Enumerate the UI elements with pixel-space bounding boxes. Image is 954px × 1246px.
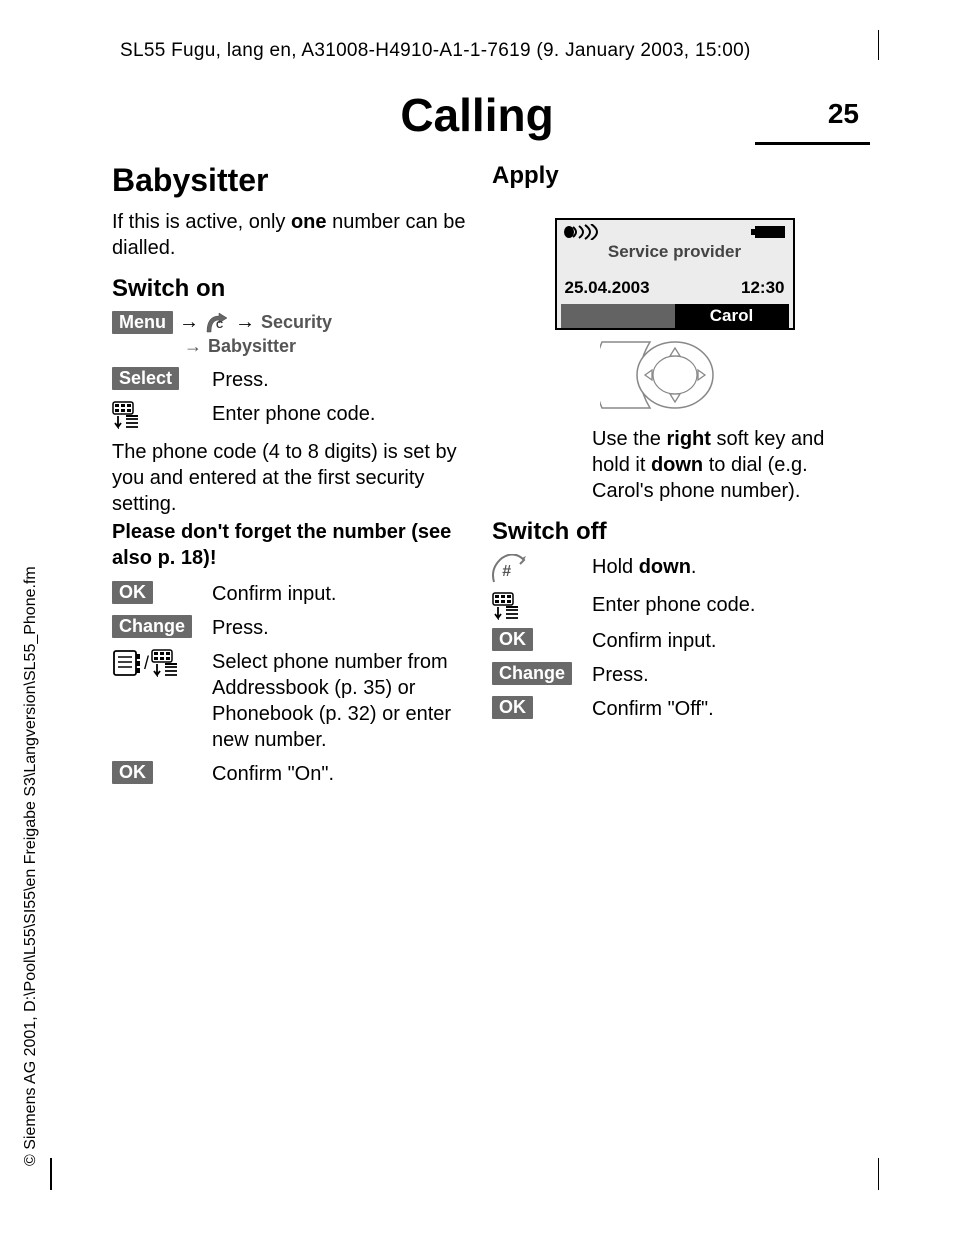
hash-key-icon: # — [492, 554, 526, 584]
page-title: Calling — [0, 88, 954, 142]
svg-text:C: C — [216, 320, 223, 331]
phone-code-note: The phone code (4 to 8 digits) is set by… — [112, 439, 477, 517]
softkey-ok: OK — [112, 581, 153, 604]
left-column: Babysitter If this is active, only one n… — [112, 162, 477, 795]
svg-text:#: # — [502, 563, 511, 580]
provider-label: Service provider — [561, 242, 789, 262]
title-underline — [755, 142, 870, 145]
step-text: Press. — [212, 367, 269, 393]
menu-path: Menu → C → Security — [112, 311, 477, 334]
date-label: 25.04.2003 — [565, 278, 650, 298]
doc-header: SL55 Fugu, lang en, A31008-H4910-A1-1-76… — [120, 40, 751, 62]
text: . — [691, 556, 697, 578]
softkey-change: Change — [492, 662, 572, 685]
left-softkey-empty — [561, 304, 675, 328]
step-select-number: / Select phone number from Addressbook (… — [112, 649, 477, 753]
step-hold-hash: # Hold down. — [492, 554, 857, 584]
text-bold: down — [639, 556, 691, 578]
step-enter-code: Enter phone code. — [112, 401, 477, 429]
heading-apply: Apply — [492, 162, 857, 190]
softkey-ok: OK — [492, 628, 533, 651]
step-text: Confirm input. — [212, 581, 337, 607]
addressbook-icon — [112, 649, 142, 677]
menu-babysitter: Babysitter — [208, 336, 296, 357]
heading-switch-off: Switch off — [492, 518, 857, 546]
phone-screen: Service provider 25.04.2003 12:30 Carol — [555, 218, 795, 330]
step-ok-confirm-off: OK Confirm input. — [492, 628, 857, 654]
arrow-icon: → — [179, 311, 199, 334]
crop-mark — [50, 1158, 52, 1190]
menu-security: Security — [261, 312, 332, 333]
step-text: Confirm input. — [592, 628, 717, 654]
text-bold: down — [651, 454, 703, 476]
copyright-line: © Siemens AG 2001, D:\Pool\L55\SI55\en F… — [22, 566, 40, 1166]
right-column: Apply Service provider 25.04.2003 12:30 … — [492, 162, 857, 730]
softkey-select: Select — [112, 367, 179, 390]
phone-mock: Service provider 25.04.2003 12:30 Carol — [555, 218, 795, 410]
keypad-icon — [112, 401, 142, 429]
arrow-icon: → — [235, 311, 255, 334]
heading-switch-on: Switch on — [112, 275, 477, 303]
step-text: Press. — [592, 662, 649, 688]
section-babysitter: Babysitter — [112, 162, 477, 199]
right-softkey-carol: Carol — [675, 304, 789, 328]
signal-icon — [563, 224, 607, 240]
softkey-change: Change — [112, 615, 192, 638]
text: Use the — [592, 428, 666, 450]
dont-forget-note: Please don't forget the number (see also… — [112, 519, 477, 571]
crop-mark — [878, 30, 880, 60]
softkey-ok: OK — [112, 761, 153, 784]
keypad-icon — [492, 592, 522, 620]
step-enter-code-off: Enter phone code. — [492, 592, 857, 620]
text: If this is active, only — [112, 211, 291, 233]
apply-instruction: Use the right soft key and hold it down … — [592, 426, 852, 504]
step-text: Enter phone code. — [212, 401, 375, 427]
step-text: Confirm "On". — [212, 761, 334, 787]
step-text: Confirm "Off". — [592, 696, 714, 722]
slash: / — [144, 653, 149, 674]
text-bold: right — [666, 428, 710, 450]
setup-icon: C — [205, 312, 229, 334]
step-text: Press. — [212, 615, 269, 641]
step-ok-off: OK Confirm "Off". — [492, 696, 857, 722]
softkey-ok: OK — [492, 696, 533, 719]
step-change-off: Change Press. — [492, 662, 857, 688]
step-ok-on: OK Confirm "On". — [112, 761, 477, 787]
step-text: Hold down. — [592, 554, 696, 580]
keypad-icon — [151, 649, 181, 677]
battery-icon — [751, 224, 787, 240]
text-bold: one — [291, 211, 327, 233]
menu-path-sub: → Babysitter — [184, 336, 477, 357]
dpad-icon — [600, 340, 750, 410]
step-text: Enter phone code. — [592, 592, 755, 618]
time-label: 12:30 — [741, 278, 784, 298]
step-text: Select phone number from Addressbook (p.… — [212, 649, 477, 753]
step-ok-confirm: OK Confirm input. — [112, 581, 477, 607]
crop-mark — [878, 1158, 880, 1190]
softkey-menu: Menu — [112, 311, 173, 334]
page-number: 25 — [828, 98, 859, 130]
step-select: Select Press. — [112, 367, 477, 393]
step-change: Change Press. — [112, 615, 477, 641]
arrow-icon: → — [184, 336, 202, 357]
intro-text: If this is active, only one number can b… — [112, 209, 477, 261]
text: Hold — [592, 556, 639, 578]
